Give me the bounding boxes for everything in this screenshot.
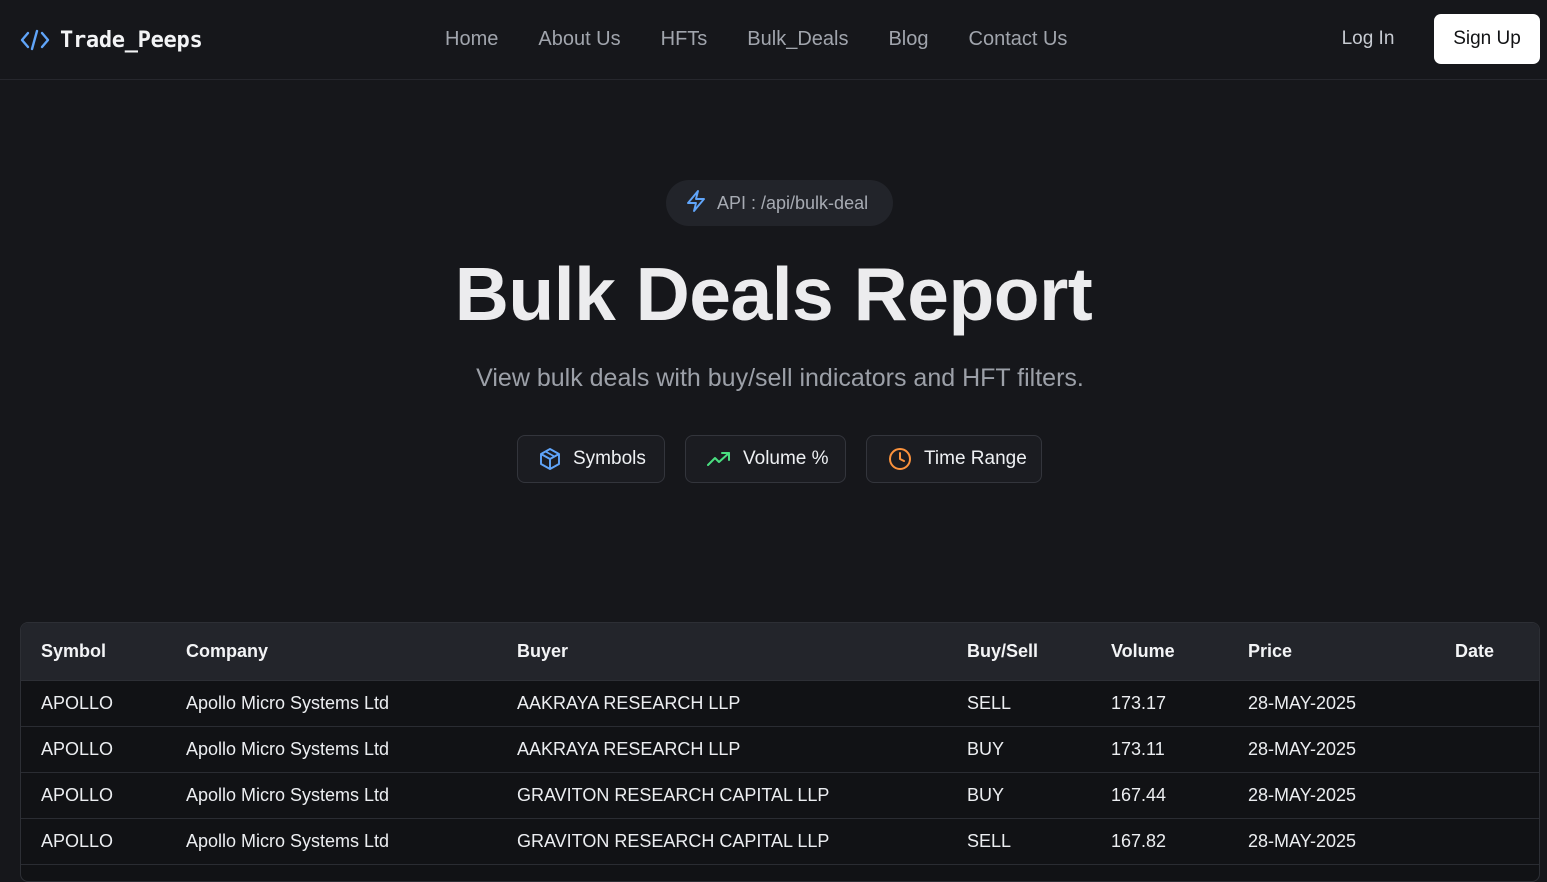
cell-volume: 167.44 — [1091, 772, 1228, 819]
filter-volume-button[interactable]: Volume % — [685, 435, 846, 483]
cell-date — [1435, 772, 1539, 819]
top-navbar: Trade_Peeps Home About Us HFTs Bulk_Deal… — [0, 0, 1547, 80]
code-brackets-icon — [20, 27, 50, 53]
column-header-date[interactable]: Date — [1435, 623, 1539, 681]
cell-date — [1435, 818, 1539, 865]
bulk-deals-table: Symbol Company Buyer Buy/Sell Volume Pri… — [20, 622, 1540, 882]
column-header-price[interactable]: Price — [1228, 623, 1435, 681]
filter-symbols-label: Symbols — [573, 448, 646, 469]
lightning-icon — [686, 189, 706, 217]
main-nav: Home About Us HFTs Bulk_Deals Blog Conta… — [445, 26, 1107, 52]
cube-icon — [539, 447, 561, 471]
page-title: Bulk Deals Report — [454, 252, 1093, 336]
cell-buy-sell: SELL — [947, 680, 1091, 727]
cell-company: Apollo Micro Systems Ltd — [166, 818, 497, 865]
nav-link-about-us[interactable]: About Us — [538, 26, 620, 52]
clock-icon — [888, 447, 912, 471]
cell-buyer: AAKRAYA RESEARCH LLP — [497, 726, 947, 773]
nav-link-blog[interactable]: Blog — [888, 26, 928, 52]
cell-date — [1435, 726, 1539, 773]
nav-link-contact-us[interactable]: Contact Us — [969, 26, 1068, 52]
table-row[interactable]: APOLLO Apollo Micro Systems Ltd AAKRAYA … — [21, 680, 1539, 727]
nav-link-bulk-deals[interactable]: Bulk_Deals — [747, 26, 848, 52]
login-button[interactable]: Log In — [1326, 14, 1410, 64]
filter-symbols-button[interactable]: Symbols — [517, 435, 665, 483]
cell-price: 28-MAY-2025 — [1228, 726, 1435, 773]
cell-buyer: AAKRAYA RESEARCH LLP — [497, 680, 947, 727]
cell-buy-sell: SELL — [947, 818, 1091, 865]
cell-price: 28-MAY-2025 — [1228, 772, 1435, 819]
cell-volume: 167.82 — [1091, 818, 1228, 865]
table-row[interactable]: APOLLO Apollo Micro Systems Ltd AAKRAYA … — [21, 726, 1539, 773]
column-header-symbol[interactable]: Symbol — [21, 623, 166, 681]
table-header-row: Symbol Company Buyer Buy/Sell Volume Pri… — [21, 623, 1539, 681]
signup-button[interactable]: Sign Up — [1434, 14, 1540, 64]
cell-volume: 173.11 — [1091, 726, 1228, 773]
cell-price: 28-MAY-2025 — [1228, 818, 1435, 865]
cell-price: 28-MAY-2025 — [1228, 680, 1435, 727]
table-row[interactable]: APOLLO Apollo Micro Systems Ltd GRAVITON… — [21, 818, 1539, 865]
cell-company: Apollo Micro Systems Ltd — [166, 772, 497, 819]
cell-company: Apollo Micro Systems Ltd — [166, 726, 497, 773]
api-endpoint-text: API : /api/bulk-deal — [717, 192, 869, 213]
cell-date — [1435, 680, 1539, 727]
cell-buyer: GRAVITON RESEARCH CAPITAL LLP — [497, 772, 947, 819]
cell-volume: 173.17 — [1091, 680, 1228, 727]
page-subtitle: View bulk deals with buy/sell indicators… — [476, 364, 1084, 392]
filter-time-range-button[interactable]: Time Range — [866, 435, 1042, 483]
filter-volume-label: Volume % — [743, 448, 829, 469]
cell-symbol: APOLLO — [21, 680, 166, 727]
column-header-volume[interactable]: Volume — [1091, 623, 1228, 681]
column-header-buyer[interactable]: Buyer — [497, 623, 947, 681]
api-endpoint-badge: API : /api/bulk-deal — [666, 180, 893, 226]
brand-logo[interactable]: Trade_Peeps — [20, 24, 203, 56]
brand-name: Trade_Peeps — [60, 27, 203, 53]
table-row[interactable]: APOLLO Apollo Micro Systems Ltd GRAVITON… — [21, 772, 1539, 819]
cell-buy-sell: BUY — [947, 772, 1091, 819]
cell-company: Apollo Micro Systems Ltd — [166, 680, 497, 727]
cell-symbol: APOLLO — [21, 726, 166, 773]
cell-symbol: APOLLO — [21, 818, 166, 865]
nav-link-hfts[interactable]: HFTs — [661, 26, 708, 52]
nav-link-home[interactable]: Home — [445, 26, 498, 52]
cell-buy-sell: BUY — [947, 726, 1091, 773]
column-header-buy-sell[interactable]: Buy/Sell — [947, 623, 1091, 681]
column-header-company[interactable]: Company — [166, 623, 497, 681]
cell-symbol: APOLLO — [21, 772, 166, 819]
cell-buyer: GRAVITON RESEARCH CAPITAL LLP — [497, 818, 947, 865]
filter-time-range-label: Time Range — [924, 448, 1027, 469]
trending-up-icon — [707, 451, 731, 467]
